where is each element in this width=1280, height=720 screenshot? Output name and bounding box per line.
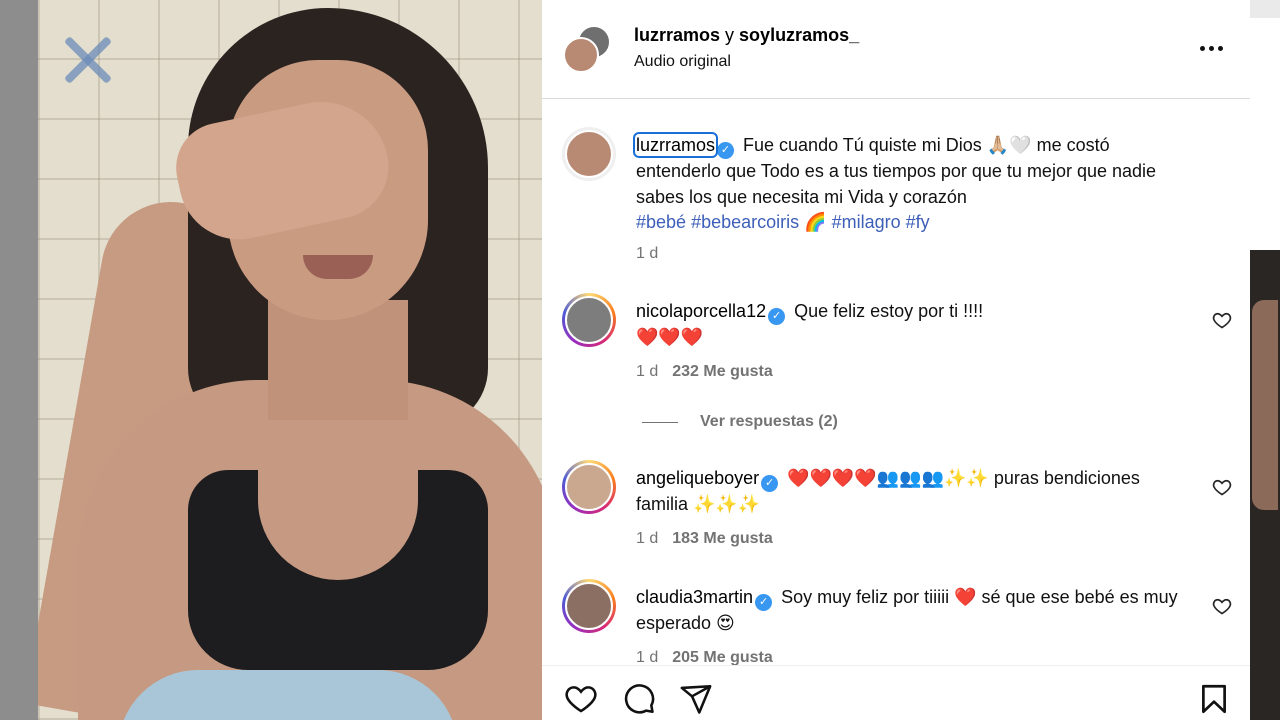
- comment-username[interactable]: nicolaporcella12: [636, 301, 766, 321]
- comment-time[interactable]: 1 d: [636, 363, 658, 380]
- comment-time[interactable]: 1 d: [636, 530, 658, 547]
- comment-text: ❤️❤️❤️: [636, 327, 704, 347]
- comment-text-block: claudia3martin ✓ Soy muy feliz por tiiiii…: [636, 585, 1196, 637]
- like-comment-icon[interactable]: [1212, 310, 1232, 330]
- verified-badge-icon: ✓: [755, 594, 773, 611]
- post-details-panel: luzrramos y soyluzramos_ Audio original …: [542, 0, 1250, 720]
- hashtag-link[interactable]: #milagro: [832, 212, 901, 232]
- comment-meta: 1 d 205 Me gusta: [636, 649, 773, 665]
- comment-text: Que feliz estoy por ti !!!!: [789, 301, 984, 321]
- avatar-primary[interactable]: [563, 37, 599, 73]
- save-icon[interactable]: [1197, 682, 1231, 716]
- view-replies-button[interactable]: Ver respuestas (2): [642, 412, 838, 432]
- like-comment-icon[interactable]: [1212, 596, 1232, 616]
- hashtag-link[interactable]: #fy: [906, 212, 930, 232]
- comments-list[interactable]: luzrramos ✓ Fue cuando Tú quiste mi Dios …: [542, 100, 1250, 665]
- comment-likes[interactable]: 205 Me gusta: [672, 649, 772, 665]
- comment-icon[interactable]: [622, 682, 656, 716]
- post-action-bar: [542, 665, 1250, 720]
- author-link-2[interactable]: soyluzramos_: [739, 25, 859, 45]
- comment-meta: 1 d 183 Me gusta: [636, 530, 773, 548]
- comment-likes[interactable]: 183 Me gusta: [672, 530, 772, 547]
- like-comment-icon[interactable]: [1212, 477, 1232, 497]
- hashtag-link[interactable]: #bebearcoiris: [691, 212, 799, 232]
- verified-badge-icon: ✓: [761, 475, 779, 492]
- audio-label[interactable]: Audio original: [634, 53, 731, 71]
- backdrop-left: [0, 0, 38, 720]
- author-link-1[interactable]: luzrramos: [634, 25, 720, 45]
- comment-username[interactable]: claudia3martin: [636, 587, 753, 607]
- comment-text-block: angeliqueboyer ✓ ❤️❤️❤️❤️👥👥👥✨✨ puras bend…: [636, 466, 1196, 518]
- comment-meta: 1 d 232 Me gusta: [636, 363, 773, 381]
- hashtag-link[interactable]: #bebé: [636, 212, 686, 232]
- author-conjunction: y: [720, 25, 740, 45]
- collab-authors: luzrramos y soyluzramos_: [634, 25, 859, 46]
- avatar[interactable]: [562, 460, 616, 514]
- tile-pattern: [58, 30, 118, 90]
- post-video[interactable]: [38, 0, 542, 720]
- table-edge: [118, 670, 458, 720]
- backdrop-next-media: [1252, 300, 1278, 510]
- caption-time[interactable]: 1 d: [636, 245, 658, 263]
- more-options-icon[interactable]: [1198, 38, 1224, 58]
- rainbow-emoji: 🌈: [799, 212, 832, 232]
- caption-text-block: luzrramos ✓ Fue cuando Tú quiste mi Dios …: [632, 132, 1196, 236]
- post-header: luzrramos y soyluzramos_ Audio original: [542, 0, 1250, 99]
- avatar[interactable]: [562, 579, 616, 633]
- like-icon[interactable]: [564, 682, 598, 716]
- verified-badge-icon: ✓: [717, 142, 735, 159]
- comment-text-block: nicolaporcella12 ✓ Que feliz estoy por ti…: [636, 299, 1196, 351]
- comment-time[interactable]: 1 d: [636, 649, 658, 665]
- comment-likes[interactable]: 232 Me gusta: [672, 363, 772, 380]
- share-icon[interactable]: [679, 682, 713, 716]
- backdrop-fragment: [1250, 0, 1280, 18]
- caption-username[interactable]: luzrramos: [632, 132, 719, 158]
- comment-username[interactable]: angeliqueboyer: [636, 468, 759, 488]
- avatar[interactable]: [562, 293, 616, 347]
- instagram-post-viewer: luzrramos y soyluzramos_ Audio original …: [0, 0, 1280, 720]
- avatar[interactable]: [562, 127, 616, 181]
- verified-badge-icon: ✓: [768, 308, 786, 325]
- backdrop-right: [1250, 0, 1280, 720]
- view-replies-label: Ver respuestas (2): [700, 413, 838, 430]
- replies-divider: [642, 421, 678, 423]
